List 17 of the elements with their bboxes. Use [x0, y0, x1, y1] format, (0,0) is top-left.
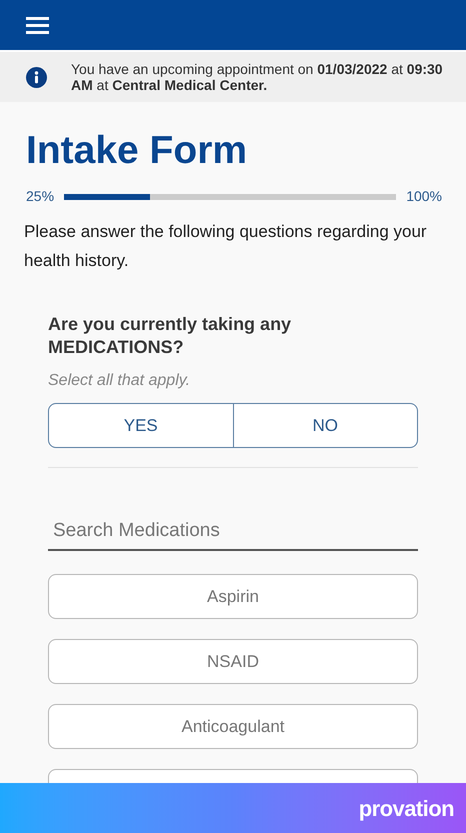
notice-text: You have an upcoming appointment on 01/03/2022 at 09:30 AM at Central Medical Center. [71, 61, 444, 93]
progress-end-label: 100% [406, 187, 442, 206]
search-field[interactable]: Search Medications [48, 513, 418, 551]
medication-option[interactable]: Aspirin [48, 574, 418, 619]
question-hint: Select all that apply. [48, 371, 192, 391]
progress-start-label: 25% [26, 187, 54, 206]
question-text: Are you currently taking any MEDICATIONS? [48, 313, 292, 359]
medication-option[interactable]: Anticoagulant [48, 704, 418, 749]
page-title: Intake Form [26, 128, 248, 174]
menu-icon [26, 16, 49, 34]
answer-option[interactable]: YES [48, 403, 234, 448]
brand-logo: provation [358, 794, 454, 823]
menu-button[interactable] [26, 16, 49, 34]
info-icon [26, 66, 47, 88]
intro-text: Please answer the following questions regarding your health history. [24, 221, 428, 272]
answer-option[interactable]: NO [234, 403, 418, 448]
medication-option[interactable]: NSAID [48, 639, 418, 684]
